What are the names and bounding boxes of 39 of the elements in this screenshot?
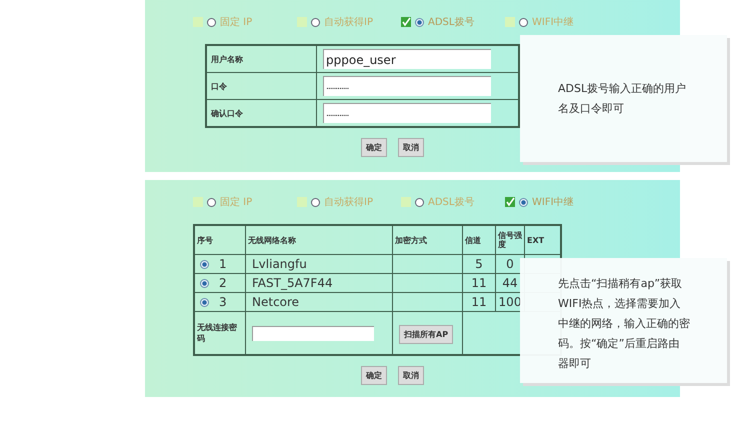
radio-button[interactable] (207, 18, 216, 26)
column-header: 信道 (462, 225, 496, 254)
radio-button[interactable] (311, 198, 320, 206)
radio-button[interactable] (415, 18, 424, 26)
input-field[interactable]: pppoe_user (323, 49, 491, 69)
table-cell: Netcore (246, 292, 392, 312)
table-cell: FAST_5A7F44 (246, 274, 392, 292)
table-cell: Lvliangfu (246, 254, 392, 274)
scan-button[interactable]: 扫描所有AP (399, 325, 454, 344)
form-button[interactable]: 确定 (361, 366, 387, 385)
field-label: 口令 (206, 72, 316, 100)
column-header: 序号 (194, 225, 246, 254)
callout-note: 先点击“扫描稍有ap”获取WIFI热点，选择需要加入中继的网络，输入正确的密码。按“确定”后重启路由器即可 (520, 258, 727, 383)
callout-note: ADSL拨号输入正确的用户名及口令即可 (520, 35, 727, 162)
radio-button[interactable] (200, 298, 209, 306)
form-button[interactable]: 取消 (398, 138, 424, 157)
input-field[interactable]: ............ (323, 76, 491, 96)
row-number: 1 (219, 257, 227, 271)
table-cell: 11 (462, 292, 496, 312)
input-field[interactable]: ............ (323, 103, 491, 123)
form-button[interactable]: 确定 (361, 138, 387, 157)
table-cell: 11 (462, 274, 496, 292)
table-cell: 5 (462, 254, 496, 274)
radio-button[interactable] (519, 18, 528, 26)
column-header: 信号强度 (496, 225, 524, 254)
form-button[interactable]: 取消 (398, 366, 424, 385)
column-header: 加密方式 (392, 225, 462, 254)
radio-button[interactable] (519, 198, 528, 206)
field-label: 用户名称 (206, 45, 316, 72)
field-label: 无线连接密码 (194, 312, 246, 355)
column-header: 无线网络名称 (246, 225, 392, 254)
radio-button[interactable] (200, 278, 209, 288)
input-field[interactable] (252, 326, 374, 340)
radio-button[interactable] (311, 18, 320, 26)
row-number: 2 (219, 276, 227, 290)
radio-button[interactable] (415, 198, 424, 206)
radio-button[interactable] (200, 260, 209, 268)
radio-button[interactable] (207, 198, 216, 206)
row-number: 3 (219, 295, 227, 309)
